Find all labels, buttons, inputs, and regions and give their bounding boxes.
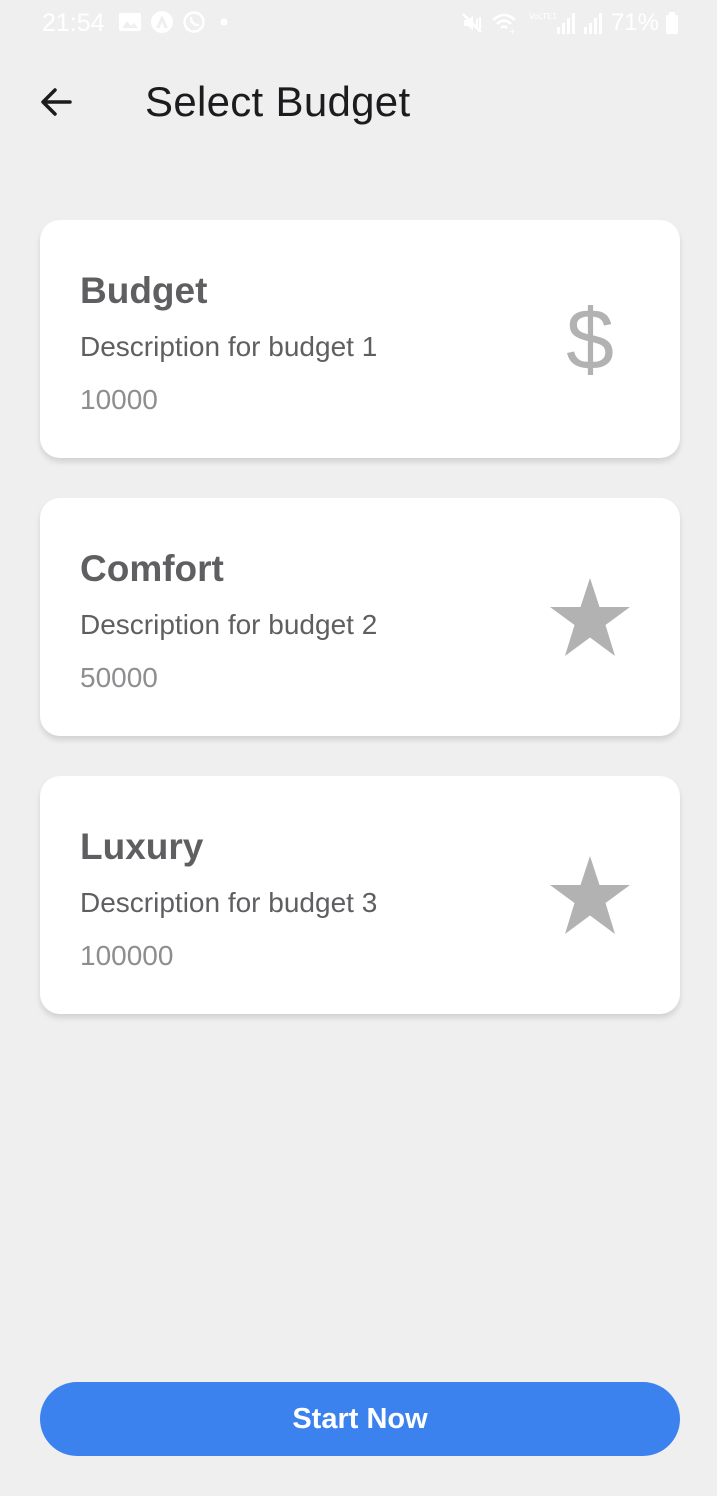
svg-text:+: + — [509, 27, 516, 35]
budget-card-luxury[interactable]: Luxury Description for budget 3 100000 — [40, 776, 680, 1014]
budget-description: Description for budget 1 — [80, 331, 378, 362]
arrow-left-icon — [41, 88, 72, 116]
budget-description: Description for budget 2 — [80, 609, 378, 640]
back-button[interactable] — [34, 80, 78, 124]
dot-icon — [220, 18, 228, 26]
budget-title: Luxury — [80, 826, 204, 867]
gallery-icon — [119, 13, 141, 31]
budget-title: Comfort — [80, 548, 224, 589]
status-time: 21:54 — [42, 9, 105, 37]
whatsapp-icon — [183, 11, 205, 33]
star-icon — [548, 576, 632, 660]
notification-icons — [118, 10, 234, 34]
mute-icon — [462, 13, 482, 33]
budget-amount: 10000 — [80, 384, 158, 415]
app-icon — [151, 11, 173, 33]
start-now-button[interactable]: Start Now — [40, 1382, 680, 1456]
signal-icon — [583, 13, 602, 34]
dollar-glyph: $ — [566, 292, 614, 388]
network-label: VoLTE1 — [529, 12, 557, 21]
budget-amount: 100000 — [80, 940, 174, 971]
wifi-icon: + — [492, 13, 516, 35]
page-title: Select Budget — [145, 78, 411, 125]
battery-percentage: 71% — [610, 9, 659, 36]
battery-icon — [666, 12, 678, 34]
status-bar: 21:54 + VoLTE1 71% — [0, 0, 717, 46]
budget-card-budget[interactable]: Budget Description for budget 1 10000 $ — [40, 220, 680, 458]
select-budget-screen: 21:54 + VoLTE1 71% Select Budget Budget … — [0, 0, 717, 1496]
dollar-icon: $ — [548, 292, 632, 388]
budget-card-comfort[interactable]: Comfort Description for budget 2 50000 — [40, 498, 680, 736]
budget-description: Description for budget 3 — [80, 887, 378, 918]
star-icon — [548, 854, 632, 938]
system-status-icons: + VoLTE1 71% — [461, 9, 679, 37]
budget-title: Budget — [80, 270, 208, 311]
signal-icon: VoLTE1 — [529, 12, 575, 34]
budget-amount: 50000 — [80, 662, 158, 693]
